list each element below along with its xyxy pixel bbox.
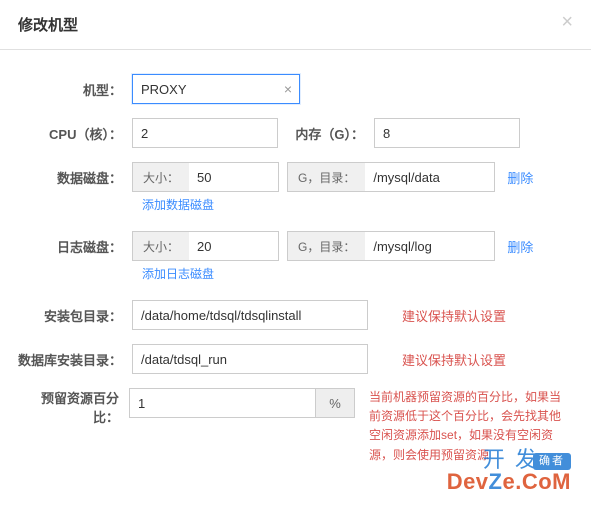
percent-addon: %: [315, 388, 355, 418]
data-disk-dir-input[interactable]: [365, 162, 495, 192]
modal-body: 机型： × CPU（核）： 内存（G）： 数据磁盘： 大小： G，目录： 删除 …: [0, 50, 591, 495]
log-disk-size-input[interactable]: [189, 231, 279, 261]
unit-addon: G，目录：: [287, 162, 365, 192]
mem-label: 内存（G）：: [278, 124, 374, 143]
watermark-bottom: DevZe.CoM: [447, 471, 571, 493]
data-disk-label: 数据磁盘：: [18, 168, 132, 187]
size-addon: 大小：: [132, 231, 189, 261]
cpu-label: CPU（核）：: [18, 124, 132, 143]
close-icon[interactable]: ×: [561, 12, 573, 32]
watermark-top: 开 发: [483, 447, 539, 472]
add-log-disk-link[interactable]: 添加日志磁盘: [142, 265, 214, 282]
data-disk-size-input[interactable]: [189, 162, 279, 192]
log-disk-group: 大小： G，目录：: [132, 231, 495, 261]
install-pkg-hint: 建议保持默认设置: [402, 306, 506, 325]
modal-header: 修改机型 ×: [0, 0, 591, 50]
delete-log-disk-link[interactable]: 删除: [507, 237, 533, 256]
watermark-badge: 确者: [533, 453, 571, 470]
reserve-input[interactable]: [129, 388, 315, 418]
reserve-label: 预留资源百分比：: [18, 388, 129, 426]
install-pkg-label: 安装包目录：: [18, 306, 132, 325]
mem-input[interactable]: [374, 118, 520, 148]
db-install-hint: 建议保持默认设置: [402, 350, 506, 369]
clear-icon[interactable]: ×: [284, 81, 292, 97]
type-input[interactable]: [132, 74, 300, 104]
watermark: 开 发 确者 DevZe.CoM: [447, 449, 571, 493]
size-addon: 大小：: [132, 162, 189, 192]
log-disk-label: 日志磁盘：: [18, 237, 132, 256]
db-install-input[interactable]: [132, 344, 368, 374]
add-data-disk-link[interactable]: 添加数据磁盘: [142, 196, 214, 213]
unit-addon: G，目录：: [287, 231, 365, 261]
modal-title: 修改机型: [18, 17, 78, 34]
type-label: 机型：: [18, 80, 132, 99]
cpu-input[interactable]: [132, 118, 278, 148]
data-disk-group: 大小： G，目录：: [132, 162, 495, 192]
log-disk-dir-input[interactable]: [365, 231, 495, 261]
delete-data-disk-link[interactable]: 删除: [507, 168, 533, 187]
db-install-label: 数据库安装目录：: [18, 350, 132, 369]
install-pkg-input[interactable]: [132, 300, 368, 330]
